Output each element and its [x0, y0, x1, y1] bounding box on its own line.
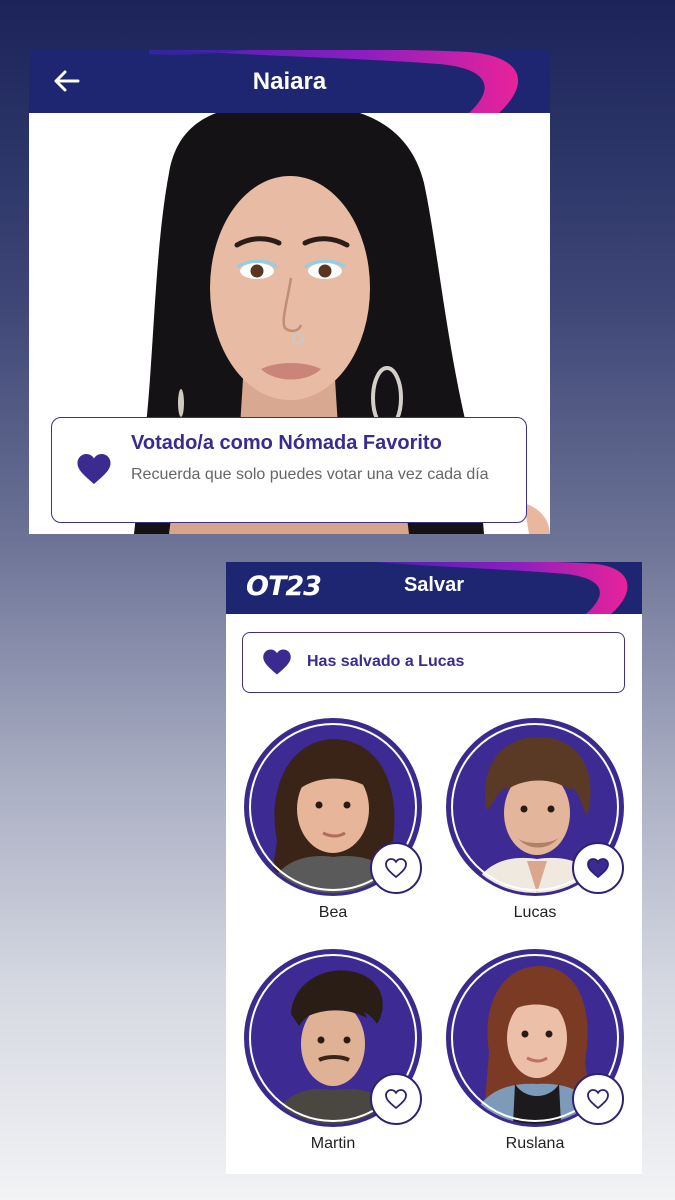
profile-vote-screen: Naiara Votado/a como Nómada Favorito Rec…: [29, 50, 550, 534]
heart-filled-icon: [587, 858, 609, 879]
contestant-card-bea[interactable]: Bea: [244, 718, 424, 928]
favorite-toggle-button[interactable]: [572, 1073, 624, 1125]
heart-filled-icon: [263, 649, 291, 675]
contestant-card-lucas[interactable]: Lucas: [446, 718, 626, 928]
favorite-toggle-button[interactable]: [370, 1073, 422, 1125]
vote-confirmation-subtitle: Recuerda que solo puedes votar una vez c…: [131, 466, 489, 483]
saved-confirmation-banner: Has salvado a Lucas: [242, 632, 625, 693]
vote-confirmation-title: Votado/a como Nómada Favorito: [131, 432, 442, 454]
header-bar: Naiara: [29, 50, 550, 113]
header-bar: OT23 Salvar: [226, 562, 642, 614]
heart-filled-icon: [77, 454, 111, 484]
page-title: Salvar: [403, 574, 465, 596]
saved-confirmation-text: Has salvado a Lucas: [307, 653, 465, 670]
contestant-card-martin[interactable]: Martin: [244, 949, 424, 1159]
save-contestant-screen: OT23 Salvar Has salvado a Lucas Bea Luca…: [226, 562, 642, 1174]
contestant-name: Martin: [310, 1135, 356, 1152]
contestant-name: Ruslana: [505, 1135, 565, 1152]
contestant-name: Bea: [318, 904, 348, 921]
page-title: Naiara: [252, 68, 327, 95]
heart-outline-icon: [587, 1089, 609, 1110]
heart-outline-icon: [385, 1089, 407, 1110]
contestant-card-ruslana[interactable]: Ruslana: [446, 949, 626, 1159]
favorite-toggle-button[interactable]: [572, 842, 624, 894]
heart-outline-icon: [385, 858, 407, 879]
contestant-name: Lucas: [513, 904, 557, 921]
vote-confirmation-card: Votado/a como Nómada Favorito Recuerda q…: [51, 417, 527, 523]
favorite-toggle-button[interactable]: [370, 842, 422, 894]
